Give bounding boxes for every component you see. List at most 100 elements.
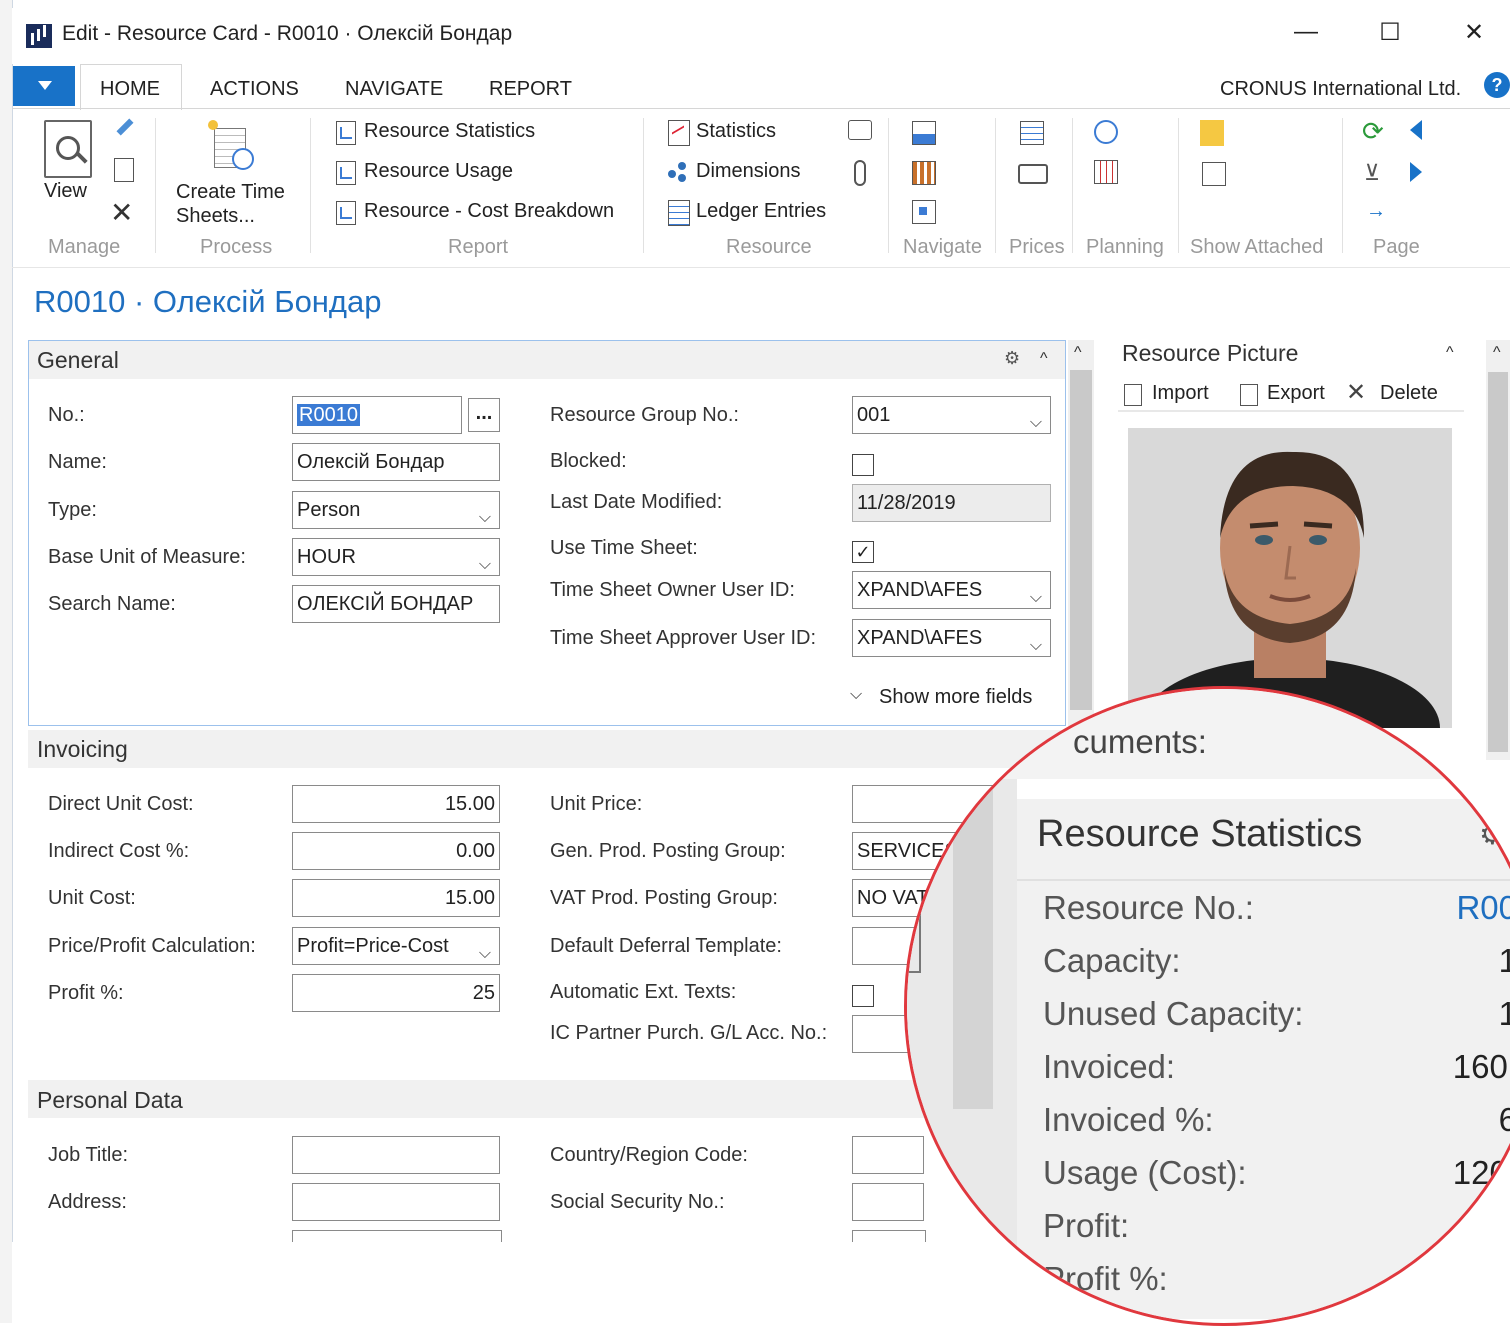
magnified-documents-band: [907, 689, 1510, 779]
automatic-ext-texts-checkbox[interactable]: [852, 985, 874, 1007]
ribbon-separator: [1342, 118, 1343, 253]
attachment-icon[interactable]: [854, 160, 866, 186]
report-resource-statistics[interactable]: Resource Statistics: [364, 120, 535, 143]
no-field[interactable]: R0010: [292, 396, 462, 434]
profit-percent-field[interactable]: 25: [292, 974, 500, 1012]
address-field[interactable]: [292, 1183, 500, 1221]
customize-icon[interactable]: ⚙: [1004, 348, 1020, 369]
tab-actions[interactable]: ACTIONS: [210, 78, 299, 101]
clock-icon[interactable]: [1094, 120, 1118, 144]
unit-cost-label: Unit Cost:: [48, 887, 136, 909]
base-unit-dropdown[interactable]: HOUR ⌵: [292, 538, 500, 576]
company-name[interactable]: CRONUS International Ltd.: [1220, 78, 1461, 101]
dimensions-button[interactable]: Dimensions: [696, 160, 800, 183]
vat-prod-posting-group-label: VAT Prod. Posting Group:: [550, 887, 778, 909]
create-time-sheets-button[interactable]: Create Time Sheets...: [176, 180, 296, 228]
main-scrollbar-thumb[interactable]: [1070, 370, 1092, 710]
search-name-field[interactable]: ОЛЕКСІЙ БОНДАР: [292, 585, 500, 623]
stat-profit-label: Profit:: [1043, 1207, 1130, 1244]
prices-icon[interactable]: [1020, 121, 1044, 145]
maximize-button[interactable]: ☐: [1370, 18, 1410, 47]
group-navigate-label: Navigate: [903, 236, 982, 258]
view-button[interactable]: View: [44, 180, 87, 203]
refresh-icon[interactable]: ⟳: [1362, 116, 1384, 147]
previous-icon[interactable]: [1410, 120, 1422, 140]
delete-icon[interactable]: ✕: [110, 196, 133, 229]
calendar-icon[interactable]: [1094, 160, 1118, 184]
chevron-down-icon: ⌵: [1029, 414, 1042, 431]
collapse-general-icon[interactable]: ^: [1040, 350, 1048, 368]
new-document-icon[interactable]: [114, 158, 134, 182]
price-profit-calc-dropdown[interactable]: Profit=Price-Cost ⌵: [292, 927, 500, 965]
job-title-field[interactable]: [292, 1136, 500, 1174]
import-button[interactable]: Import: [1152, 382, 1209, 405]
general-header[interactable]: [29, 341, 1065, 379]
tab-navigate[interactable]: NAVIGATE: [345, 78, 443, 101]
next-icon[interactable]: [1410, 162, 1422, 182]
units-of-measure-icon[interactable]: [912, 161, 936, 185]
report-icon: [336, 121, 356, 145]
export-button[interactable]: Export: [1267, 382, 1325, 405]
collapse-picture-icon[interactable]: ^: [1446, 344, 1454, 362]
time-sheet-owner-label: Time Sheet Owner User ID:: [550, 579, 795, 601]
lookup-button[interactable]: ...: [468, 398, 500, 432]
indirect-cost-field[interactable]: 0.00: [292, 832, 500, 870]
country-region-label: Country/Region Code:: [550, 1144, 748, 1166]
group-process-label: Process: [200, 236, 273, 258]
time-sheet-approver-dropdown[interactable]: XPAND\AFES ⌵: [852, 619, 1051, 657]
report-resource-usage[interactable]: Resource Usage: [364, 160, 513, 183]
go-to-icon[interactable]: →: [1366, 200, 1386, 223]
help-icon[interactable]: ?: [1484, 72, 1510, 98]
ledger-entries-icon: [668, 200, 690, 226]
chevron-down-icon: ⌵: [1029, 589, 1042, 606]
time-sheet-approver-value: XPAND\AFES: [857, 627, 983, 649]
delete-icon: ✕: [1346, 379, 1367, 406]
direct-unit-cost-field[interactable]: 15.00: [292, 785, 500, 823]
close-button[interactable]: ✕: [1454, 18, 1494, 47]
costs-icon[interactable]: [1018, 164, 1048, 184]
report-icon: [336, 161, 356, 185]
scroll-up-icon[interactable]: ^: [1074, 344, 1082, 362]
ribbon-separator: [1178, 118, 1179, 253]
comments-icon[interactable]: [848, 120, 872, 140]
customize-icon: ⚙: [1479, 818, 1506, 851]
type-label: Type:: [48, 499, 97, 521]
tab-report[interactable]: REPORT: [489, 78, 572, 101]
blocked-label: Blocked:: [550, 450, 627, 472]
report-resource-cost-breakdown[interactable]: Resource - Cost Breakdown: [364, 200, 614, 223]
stat-unused-capacity-value: 1: [1347, 995, 1510, 1033]
clear-filter-icon[interactable]: ⊻: [1364, 160, 1380, 186]
scroll-up-icon[interactable]: ^: [1493, 344, 1501, 362]
minimize-button[interactable]: —: [1286, 18, 1326, 46]
resource-group-dropdown[interactable]: 001 ⌵: [852, 396, 1051, 434]
capacity-icon[interactable]: [912, 200, 936, 224]
time-sheet-approver-label: Time Sheet Approver User ID:: [550, 627, 817, 649]
delete-button[interactable]: Delete: [1380, 382, 1438, 405]
no-label: No.:: [48, 404, 85, 426]
magnifier-callout: cuments: ^ Resource Statistics ⚙ Resourc…: [904, 686, 1510, 1326]
tab-home[interactable]: HOME: [100, 78, 160, 101]
type-dropdown[interactable]: Person ⌵: [292, 491, 500, 529]
app-icon: [26, 24, 52, 48]
ledger-entries-button[interactable]: Ledger Entries: [696, 200, 826, 223]
statistics-button[interactable]: Statistics: [696, 120, 776, 143]
last-date-modified-label: Last Date Modified:: [550, 491, 723, 513]
notes-icon[interactable]: [1200, 120, 1224, 146]
address-label: Address:: [48, 1191, 127, 1213]
use-time-sheet-checkbox[interactable]: ✓: [852, 541, 874, 563]
time-sheet-owner-dropdown[interactable]: XPAND\AFES ⌵: [852, 571, 1051, 609]
links-icon[interactable]: [1202, 162, 1226, 186]
profit-percent-label: Profit %:: [48, 982, 124, 1004]
application-menu-button[interactable]: [13, 66, 75, 106]
no-field-value: R0010: [297, 404, 360, 426]
unit-cost-field[interactable]: 15.00: [292, 879, 500, 917]
magnified-scrollbar-thumb: [953, 779, 993, 1109]
stat-capacity-value: 1: [1347, 942, 1510, 980]
name-field[interactable]: Олексій Бондар: [292, 443, 500, 481]
direct-unit-cost-label: Direct Unit Cost:: [48, 793, 194, 815]
stat-usage-cost-value: 120.: [1452, 1154, 1510, 1191]
magnified-documents-label: cuments:: [1073, 723, 1207, 760]
picture-icon[interactable]: [912, 121, 936, 145]
blocked-checkbox[interactable]: [852, 454, 874, 476]
resource-group-label: Resource Group No.:: [550, 404, 739, 426]
